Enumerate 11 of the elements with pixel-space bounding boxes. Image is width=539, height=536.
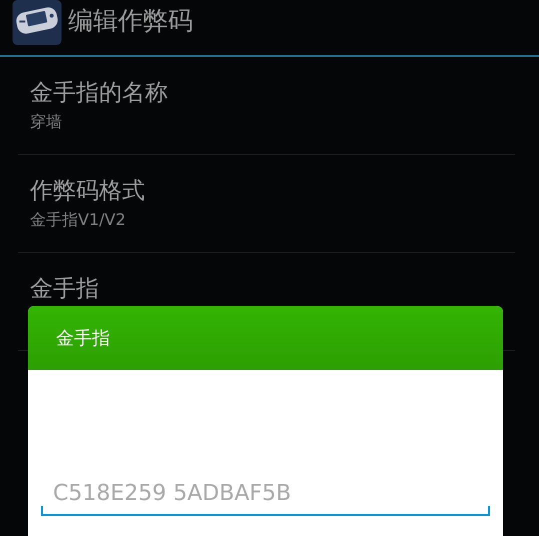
preference-title: 金手指 (30, 275, 100, 304)
preference-title: 作弊码格式 (30, 177, 146, 206)
dialog-title: 金手指 (56, 327, 110, 350)
preference-summary: 穿墙 (30, 111, 63, 133)
preference-item[interactable]: 金手指的名称 穿墙 (18, 57, 515, 155)
preference-title: 金手指的名称 (30, 79, 169, 108)
preference-item[interactable]: 作弊码格式 金手指V1/V2 (18, 155, 515, 253)
text-input[interactable]: C518E259 5ADBAF5B (53, 481, 490, 506)
game-console-icon (12, 0, 62, 45)
preference-summary: 金手指V1/V2 (30, 209, 127, 231)
screen-title: 编辑作弊码 (68, 5, 193, 37)
